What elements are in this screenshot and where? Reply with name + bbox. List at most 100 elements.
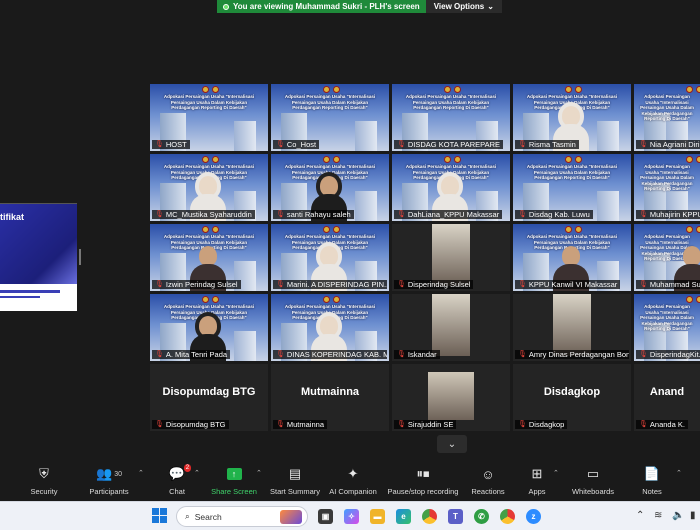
share-screen-button[interactable]: ↑ Share Screen [211, 463, 257, 501]
participant-name-label: 🎙 MC_Mustika Syaharuddin [152, 210, 255, 219]
muted-mic-icon: 🎙 [397, 421, 406, 428]
wifi-icon[interactable]: ≋ [654, 510, 662, 521]
file-explorer-icon[interactable]: ▬ [370, 509, 385, 524]
share-caret[interactable]: ⌃ [256, 463, 264, 501]
chrome-profile-icon[interactable] [500, 509, 515, 524]
participant-tile[interactable]: Adpokasi Persaingan Usaha "Internalisasi… [271, 154, 389, 221]
muted-mic-icon: 🎙 [518, 421, 527, 428]
taskbar-search-box[interactable]: ⌕ Search [176, 506, 308, 527]
participant-face [562, 106, 580, 126]
notes-button[interactable]: 📄 Notes [641, 463, 663, 501]
view-options-button[interactable]: View Options ⌄ [425, 0, 502, 13]
participant-name: DISDAG KOTA PAREPARE [407, 140, 500, 149]
participant-tile[interactable]: Adpokasi Persaingan Usaha "Internalisasi… [150, 294, 268, 361]
participant-tile[interactable]: Adpokasi Persaingan Usaha "Internalisasi… [150, 154, 268, 221]
slide-title: Adpokasi Persaingan Usaha "Internalisasi… [405, 94, 497, 110]
summary-icon: ▤ [288, 466, 302, 481]
notes-label: Notes [642, 487, 662, 496]
whiteboards-label: Whiteboards [571, 487, 615, 496]
participant-tile[interactable]: Adpokasi Persaingan Usaha "Internalisasi… [513, 224, 631, 291]
logo-icon [323, 156, 330, 163]
task-view-icon[interactable]: ▣ [318, 509, 333, 524]
participant-name: A. Mita Tenri Pada [165, 350, 228, 359]
apps-caret[interactable]: ⌃ [553, 463, 561, 501]
participant-tile[interactable]: Adpokasi Persaingan Usaha "Internalisasi… [392, 84, 510, 151]
participant-name: Marini. A DISPERINDAG PIN... [286, 280, 387, 289]
chat-badge: 2 [183, 464, 192, 472]
logo-icon [444, 86, 451, 93]
participant-tile[interactable]: Mutmainna 🎙 Mutmainna [271, 364, 389, 431]
participant-name-label: 🎙 KPPU Kanwil VI Makassar [515, 280, 621, 289]
whiteboards-button[interactable]: ▭ Whiteboards [571, 463, 615, 501]
teams-icon[interactable]: T [448, 509, 463, 524]
participant-tile[interactable]: Adpokasi Persaingan Usaha "Internalisasi… [150, 224, 268, 291]
shared-screen-thumbnail[interactable]: tifikat [0, 203, 77, 311]
participant-tile[interactable]: Adpokasi Persaingan Usaha "Internalisasi… [634, 154, 700, 221]
smiley-icon: ☺ [481, 466, 495, 482]
copilot-icon[interactable]: ✧ [344, 509, 359, 524]
logo-icon [323, 296, 330, 303]
participant-tile[interactable]: Adpokasi Persaingan Usaha "Internalisasi… [513, 84, 631, 151]
participant-name: DahLiana_KPPU Makassar [407, 210, 500, 219]
windows-start-icon[interactable] [152, 508, 168, 524]
muted-mic-icon: 🎙 [639, 281, 648, 288]
participant-tile[interactable]: Disopumdag BTG 🎙 Disopumdag BTG [150, 364, 268, 431]
participant-tile[interactable]: Adpokasi Persaingan Usaha "Internalisasi… [634, 294, 700, 361]
chrome-icon[interactable] [422, 509, 437, 524]
speaker-icon[interactable]: 🔈 [672, 510, 684, 521]
logo-icon [686, 226, 693, 233]
muted-mic-icon: 🎙 [639, 141, 648, 148]
participants-caret[interactable]: ⌃ [138, 463, 146, 501]
muted-mic-icon: 🎙 [397, 141, 406, 148]
participant-video [553, 294, 591, 356]
ai-companion-button[interactable]: ✦ AI Companion [328, 463, 378, 501]
resize-handle[interactable] [79, 249, 81, 265]
participant-name-label: 🎙 Ananda K. [636, 420, 688, 429]
pause-stop-recording-button[interactable]: ⏸⏹ Pause/stop recording [387, 463, 459, 501]
zoom-icon[interactable]: z [526, 509, 541, 524]
security-button[interactable]: ⛨ Security [28, 463, 60, 501]
participant-tile[interactable]: Adpokasi Persaingan Usaha "Internalisasi… [392, 154, 510, 221]
logo-icon [454, 156, 461, 163]
muted-mic-icon: 🎙 [397, 281, 406, 288]
participants-button[interactable]: 👥 30 Participants [88, 463, 130, 501]
edge-browser-icon[interactable]: e [396, 509, 411, 524]
participant-display-name: Mutmainna [300, 385, 360, 398]
notes-caret[interactable]: ⌃ [676, 463, 684, 501]
caret-up-icon: ⌃ [676, 470, 682, 477]
chat-button[interactable]: 💬 2 Chat [166, 463, 192, 501]
shield-icon: ⛨ [39, 466, 49, 481]
logo-icon [444, 156, 451, 163]
participant-tile[interactable]: Anand 🎙 Ananda K. [634, 364, 700, 431]
participant-tile[interactable]: Adpokasi Persaingan Usaha "Internalisasi… [634, 84, 700, 151]
participant-face [320, 246, 338, 266]
participant-tile[interactable]: Adpokasi Persaingan Usaha "Internalisasi… [271, 294, 389, 361]
slide-title: Adpokasi Persaingan Usaha "Internalisasi… [526, 164, 618, 180]
participant-tile[interactable]: 🎙 Amry Dinas Perdagangan Bone [513, 294, 631, 361]
participant-tile[interactable]: Disdagkop 🎙 Disdagkop [513, 364, 631, 431]
participant-tile[interactable]: Adpokasi Persaingan Usaha "Internalisasi… [271, 84, 389, 151]
participant-tile[interactable]: Adpokasi Persaingan Usaha "Internalisasi… [634, 224, 700, 291]
participant-tile[interactable]: 🎙 Disperindag Sulsel [392, 224, 510, 291]
share-screen-icon: ↑ [226, 463, 242, 485]
muted-mic-icon: 🎙 [276, 351, 285, 358]
page-down-chevron-icon[interactable]: ⌄ [437, 435, 467, 453]
participant-tile[interactable]: Adpokasi Persaingan Usaha "Internalisasi… [271, 224, 389, 291]
apps-icon: ⊞ [531, 466, 543, 481]
participant-video [432, 224, 470, 286]
meeting-toolbar: ⛨ Security 👥 30 Participants ⌃ 💬 2 Chat ⌃ … [0, 463, 700, 501]
participant-tile[interactable]: 🎙 Sirajuddin SE [392, 364, 510, 431]
chevron-up-tray-icon[interactable]: ⌃ [636, 510, 644, 521]
apps-button[interactable]: ⊞ Apps [527, 463, 547, 501]
participant-tile[interactable]: Adpokasi Persaingan Usaha "Internalisasi… [513, 154, 631, 221]
participant-tile[interactable]: Adpokasi Persaingan Usaha "Internalisasi… [150, 84, 268, 151]
participant-name-label: 🎙 DisperindagKit... [636, 350, 700, 359]
reactions-button[interactable]: ☺ Reactions [471, 463, 504, 501]
participant-tile[interactable]: 🎙 Iskandar [392, 294, 510, 361]
whatsapp-icon[interactable]: ✆ [474, 509, 489, 524]
start-summary-button[interactable]: ▤ Start Summary [269, 463, 321, 501]
battery-icon[interactable]: ▮ [690, 510, 696, 521]
participant-name-label: 🎙 A. Mita Tenri Pada [152, 350, 231, 359]
chat-caret[interactable]: ⌃ [194, 463, 202, 501]
muted-mic-icon: 🎙 [276, 211, 285, 218]
